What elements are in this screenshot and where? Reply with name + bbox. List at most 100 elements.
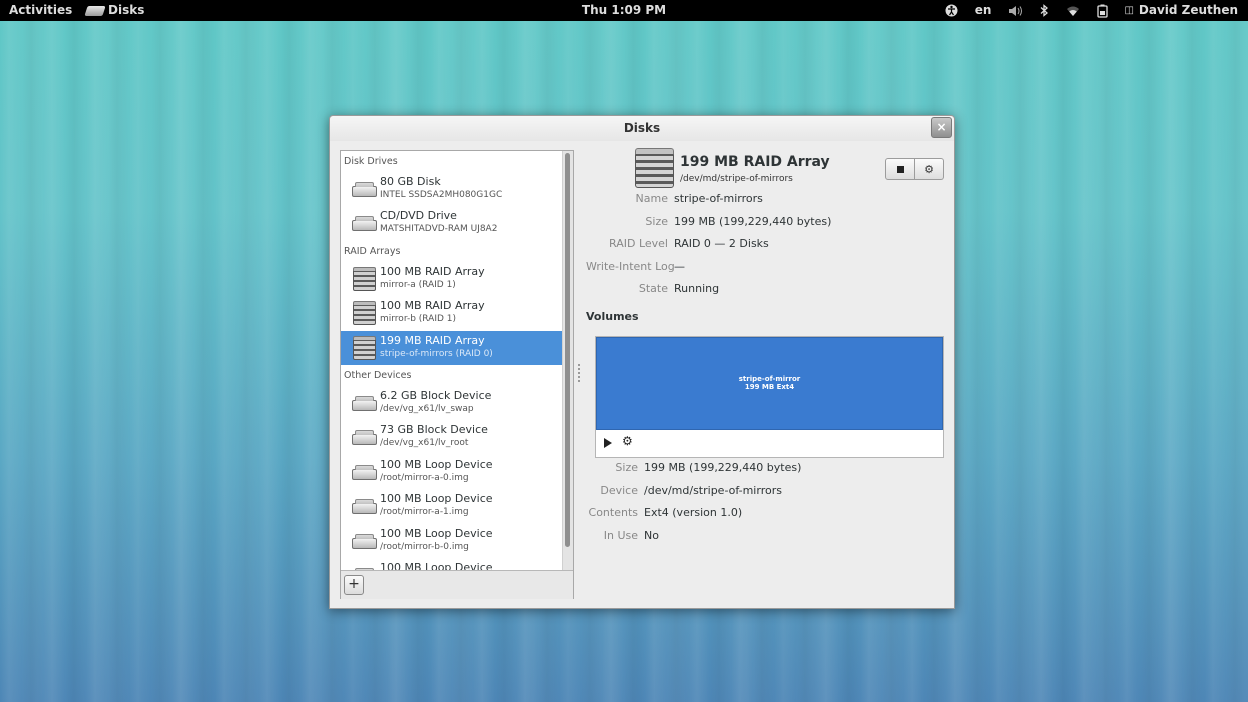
raid-icon (351, 335, 377, 360)
device-item-mirror-a-1[interactable]: 100 MB Loop Device /root/mirror-a-1.img (341, 489, 563, 523)
pane-resize-handle[interactable] (578, 364, 580, 384)
raid-icon (351, 301, 377, 326)
drive-path: /dev/md/stripe-of-mirrors (680, 174, 793, 184)
prop-value-raid-level: RAID 0 — 2 Disks (674, 237, 769, 251)
device-item-lv-swap[interactable]: 6.2 GB Block Device /dev/vg_x61/lv_swap (341, 386, 563, 420)
hdd-icon (351, 392, 377, 414)
device-item-stripe-of-mirrors[interactable]: 199 MB RAID Array stripe-of-mirrors (RAI… (341, 330, 563, 365)
device-subtitle: /root/mirror-b-0.img (380, 541, 469, 552)
drive-settings-button[interactable]: ⚙ (915, 158, 944, 180)
drive-actions: ⚙ (885, 158, 944, 180)
device-name: 73 GB Block Device (380, 423, 488, 437)
device-item-80gb-disk[interactable]: 80 GB Disk INTEL SSDSA2MH080G1GC (341, 172, 563, 206)
vol-label-device: Device (600, 483, 638, 497)
volume-map: stripe-of-mirror 199 MB Ext4 ⚙ (595, 336, 944, 458)
stop-icon (896, 165, 904, 173)
device-name: 80 GB Disk (380, 175, 441, 188)
device-item-cd-dvd-drive[interactable]: CD/DVD Drive MATSHITADVD-RAM UJ8A2 (341, 206, 563, 240)
gear-icon[interactable]: ⚙ (622, 434, 633, 448)
raid-array-icon (635, 148, 674, 188)
device-item-loop-partial[interactable]: 100 MB Loop Device (341, 558, 563, 570)
volume-properties: Size 199 MB (199,229,440 bytes) Device /… (586, 457, 802, 547)
user-menu[interactable]: ◫ David Zeuthen (1124, 0, 1238, 21)
prop-label-state: State (638, 282, 668, 296)
device-name: 100 MB Loop Device (380, 492, 493, 506)
volumes-heading: Volumes (586, 310, 639, 323)
device-subtitle: mirror-b (RAID 1) (380, 314, 457, 325)
battery-icon[interactable] (1097, 4, 1109, 18)
prop-label-write-intent-log: Write-Intent Log (586, 259, 675, 273)
device-subtitle: stripe-of-mirrors (RAID 0) (380, 348, 493, 359)
device-name: CD/DVD Drive (380, 209, 457, 223)
volume-toolbar: ⚙ (596, 431, 943, 457)
device-name: 100 MB RAID Array (380, 299, 485, 313)
hdd-icon (351, 461, 377, 483)
wifi-icon[interactable] (1066, 5, 1080, 17)
device-subtitle: /dev/vg_x61/lv_swap (380, 403, 474, 414)
gear-icon: ⚙ (924, 162, 934, 176)
device-item-mirror-b-0[interactable]: 100 MB Loop Device /root/mirror-b-0.img (341, 524, 563, 558)
close-icon: × (936, 120, 947, 134)
volume-partition[interactable]: stripe-of-mirror 199 MB Ext4 (596, 337, 943, 430)
device-name: 199 MB RAID Array (380, 333, 485, 347)
prop-value-write-intent-log: — (674, 259, 685, 273)
scrollbar-thumb[interactable] (565, 153, 570, 547)
hdd-icon (351, 530, 377, 552)
user-name: David Zeuthen (1138, 3, 1238, 17)
device-name: 100 MB Loop Device (380, 457, 493, 471)
language-indicator[interactable]: en (975, 0, 992, 21)
vol-value-size: 199 MB (199,229,440 bytes) (644, 461, 802, 474)
device-item-mirror-a[interactable]: 100 MB RAID Array mirror-a (RAID 1) (341, 262, 563, 296)
mount-play-icon[interactable] (604, 438, 612, 448)
prop-label-raid-level: RAID Level (609, 237, 668, 251)
drive-details: 199 MB RAID Array /dev/md/stripe-of-mirr… (586, 148, 946, 597)
accessibility-icon[interactable] (945, 4, 958, 17)
device-list-panel: Disk Drives 80 GB Disk INTEL SSDSA2MH080… (340, 150, 574, 599)
prop-label-name: Name (635, 192, 668, 205)
device-subtitle: /dev/vg_x61/lv_root (380, 438, 469, 449)
device-subtitle: /root/mirror-a-0.img (380, 472, 469, 483)
window-title: Disks (623, 121, 661, 135)
device-name: 100 MB RAID Array (380, 264, 485, 278)
vol-label-in-use: In Use (603, 528, 638, 542)
add-device-button[interactable]: + (344, 575, 364, 595)
raid-icon (351, 266, 377, 291)
device-item-mirror-a-0[interactable]: 100 MB Loop Device /root/mirror-a-0.img (341, 455, 563, 489)
hdd-icon (351, 426, 377, 448)
device-list-scrollbar[interactable] (562, 151, 573, 570)
vol-value-device: /dev/md/stripe-of-mirrors (644, 483, 782, 497)
device-subtitle: mirror-a (RAID 1) (380, 279, 456, 290)
device-name: 100 MB Loop Device (380, 526, 493, 540)
drive-title: 199 MB RAID Array (680, 154, 830, 170)
device-subtitle: INTEL SSDSA2MH080G1GC (380, 190, 503, 200)
device-item-lv-root[interactable]: 73 GB Block Device /dev/vg_x61/lv_root (341, 420, 563, 454)
device-list-toolbar: + (341, 570, 573, 599)
vol-value-contents: Ext4 (version 1.0) (644, 506, 743, 520)
bluetooth-icon[interactable] (1040, 4, 1049, 17)
vol-label-contents: Contents (588, 506, 638, 520)
volume-icon[interactable] (1008, 5, 1023, 17)
top-bar: Activities Disks Thu 1:09 PM en ◫ David … (0, 0, 1248, 21)
chat-status-icon: ◫ (1124, 5, 1134, 16)
system-tray: en ◫ David Zeuthen (928, 0, 1238, 21)
prop-value-state: Running (674, 282, 720, 296)
hdd-icon (351, 178, 377, 200)
window-titlebar[interactable]: Disks × (330, 116, 954, 141)
device-name: 100 MB Loop Device (380, 560, 493, 570)
section-header-other-devices: Other Devices (344, 369, 412, 381)
device-list: Disk Drives 80 GB Disk INTEL SSDSA2MH080… (341, 151, 563, 570)
vol-label-size: Size (615, 461, 638, 474)
prop-value-size: 199 MB (199,229,440 bytes) (674, 214, 832, 228)
hdd-icon (351, 495, 377, 517)
close-button[interactable]: × (931, 117, 952, 138)
optical-drive-icon (351, 212, 377, 234)
stop-array-button[interactable] (885, 158, 915, 180)
device-subtitle: /root/mirror-a-1.img (380, 507, 469, 518)
vol-value-in-use: No (644, 528, 659, 542)
device-subtitle: MATSHITADVD-RAM UJ8A2 (380, 224, 498, 235)
prop-value-name: stripe-of-mirrors (674, 192, 763, 205)
disks-window: Disks × Disk Drives 80 GB Disk INTEL SSD… (329, 115, 955, 609)
device-name: 6.2 GB Block Device (380, 388, 492, 402)
clock[interactable]: Thu 1:09 PM (582, 3, 666, 17)
device-item-mirror-b[interactable]: 100 MB RAID Array mirror-b (RAID 1) (341, 296, 563, 330)
